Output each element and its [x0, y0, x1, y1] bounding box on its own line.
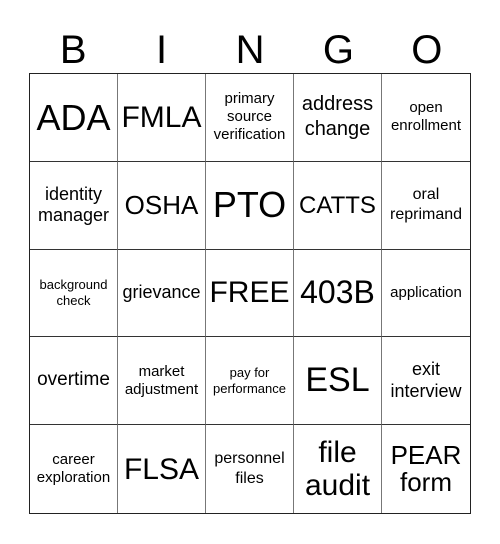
bingo-cell[interactable]: PTO [206, 161, 294, 250]
bingo-card: ADA FMLA primary source verification add… [29, 73, 471, 514]
bingo-cell[interactable]: open enrollment [382, 74, 470, 162]
bingo-cell[interactable]: CATTS [294, 161, 382, 250]
bingo-cell[interactable]: address change [294, 74, 382, 162]
bingo-cell[interactable]: market adjustment [118, 337, 206, 426]
bingo-cell[interactable]: 403B [294, 249, 382, 338]
header-letter-b: B [59, 28, 87, 72]
header-letter-g: G [322, 28, 354, 72]
bingo-cell[interactable]: background check [30, 249, 118, 338]
free-space[interactable]: FREE [206, 249, 294, 338]
bingo-cell[interactable]: overtime [30, 337, 118, 426]
bingo-cell[interactable]: oral reprimand [382, 162, 470, 250]
bingo-cell[interactable]: personnel files [206, 425, 294, 513]
bingo-cell[interactable]: identity manager [30, 161, 118, 250]
bingo-cell[interactable]: FMLA [118, 74, 206, 162]
bingo-cell[interactable]: OSHA [118, 161, 206, 250]
header-letter-n: N [235, 28, 265, 72]
header-letter-i: I [156, 28, 168, 72]
bingo-header: B I N G O [29, 28, 471, 72]
bingo-cell[interactable]: ESL [294, 337, 382, 426]
bingo-cell[interactable]: pay for performance [206, 337, 294, 426]
bingo-cell[interactable]: grievance [118, 249, 206, 338]
bingo-cell[interactable]: PEAR form [382, 425, 470, 513]
bingo-cell[interactable]: primary source verification [206, 74, 294, 162]
bingo-cell[interactable]: exit interview [382, 337, 470, 426]
bingo-cell[interactable]: application [382, 250, 470, 338]
header-letter-o: O [411, 28, 443, 72]
bingo-cell[interactable]: ADA [30, 74, 118, 162]
bingo-cell[interactable]: FLSA [118, 425, 206, 513]
bingo-cell[interactable]: file audit [294, 425, 382, 513]
bingo-cell[interactable]: career exploration [30, 425, 118, 513]
